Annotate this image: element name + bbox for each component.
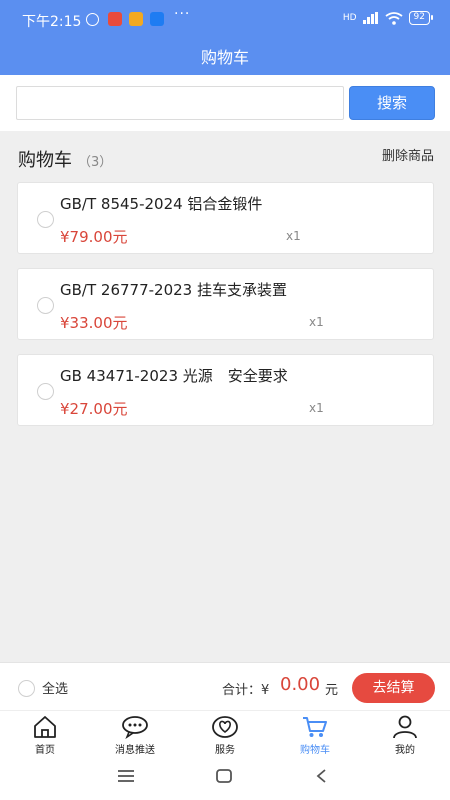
tab-label: 服务 <box>215 745 235 756</box>
home-icon <box>34 716 56 738</box>
item-price: ¥79.00元 <box>60 228 128 246</box>
wifi-icon <box>385 11 403 25</box>
cart-item[interactable]: GB 43471-2023 光源 安全要求 ¥27.00元 x1 <box>17 354 434 426</box>
item-name: GB 43471-2023 光源 安全要求 <box>60 367 288 385</box>
item-quantity: x1 <box>286 229 301 243</box>
item-checkbox[interactable] <box>37 383 54 400</box>
status-right: HD 92 <box>342 11 434 25</box>
tab-label: 我的 <box>395 745 415 756</box>
item-checkbox[interactable] <box>37 211 54 228</box>
app-header: 下午2:15 ··· HD 92 购物车 <box>0 0 450 75</box>
alarm-icon <box>86 13 99 26</box>
total-label: 合计：¥ <box>222 683 270 698</box>
status-time: 下午2:15 <box>22 14 82 30</box>
cart-item[interactable]: GB/T 26777-2023 挂车支承装置 ¥33.00元 x1 <box>17 268 434 340</box>
status-bar: 下午2:15 ··· HD 92 <box>0 0 450 38</box>
cart-heading: 购物车 （3） <box>18 146 112 172</box>
signal-icon <box>362 12 378 24</box>
message-icon <box>122 716 148 739</box>
tab-label: 消息推送 <box>115 745 155 756</box>
checkout-button[interactable]: 去结算 <box>352 673 435 703</box>
tab-cart[interactable]: 购物车 <box>270 715 360 756</box>
item-price: ¥33.00元 <box>60 314 128 332</box>
user-icon <box>393 715 417 739</box>
page-title: 购物车 <box>200 48 249 67</box>
app-icon <box>108 12 122 26</box>
app-icon <box>150 12 164 26</box>
search-input[interactable] <box>16 86 344 120</box>
app-icon <box>129 12 143 26</box>
search-button[interactable]: 搜索 <box>349 86 435 120</box>
item-quantity: x1 <box>309 315 324 329</box>
item-name: GB/T 26777-2023 挂车支承装置 <box>60 281 287 299</box>
tab-home[interactable]: 首页 <box>0 715 90 756</box>
heart-icon <box>212 716 238 738</box>
item-quantity: x1 <box>309 401 324 415</box>
cart-title: 购物车 <box>18 150 72 171</box>
system-nav-bar <box>0 758 450 800</box>
item-price: ¥27.00元 <box>60 400 128 418</box>
search-bar: 搜索 <box>0 75 450 131</box>
item-name: GB/T 8545-2024 铝合金锻件 <box>60 195 263 213</box>
select-all-checkbox[interactable] <box>18 680 35 697</box>
home-nav-icon[interactable] <box>215 768 233 784</box>
select-all-label[interactable]: 全选 <box>42 678 68 697</box>
total-unit: 元 <box>325 683 339 698</box>
tab-label: 首页 <box>35 745 55 756</box>
back-icon[interactable] <box>313 768 331 784</box>
battery-icon: 92 <box>408 11 434 25</box>
item-checkbox[interactable] <box>37 297 54 314</box>
cart-item[interactable]: GB/T 8545-2024 铝合金锻件 ¥79.00元 x1 <box>17 182 434 254</box>
tab-bar: 首页 消息推送 服务 购物车 我的 <box>0 710 450 758</box>
network-type: HD <box>342 13 357 23</box>
delete-items-button[interactable]: 删除商品 <box>382 145 434 164</box>
total-value: 0.00 <box>280 674 321 695</box>
cart-count: （3） <box>78 155 113 170</box>
more-notifications: ··· <box>174 6 191 22</box>
checkout-bar: 全选 合计：¥ 0.00 元 去结算 <box>0 662 450 710</box>
menu-icon[interactable] <box>117 768 135 784</box>
cart-icon <box>303 717 327 737</box>
tab-label: 购物车 <box>300 745 330 756</box>
tab-services[interactable]: 服务 <box>180 715 270 756</box>
tab-messages[interactable]: 消息推送 <box>90 715 180 756</box>
tab-profile[interactable]: 我的 <box>360 715 450 756</box>
